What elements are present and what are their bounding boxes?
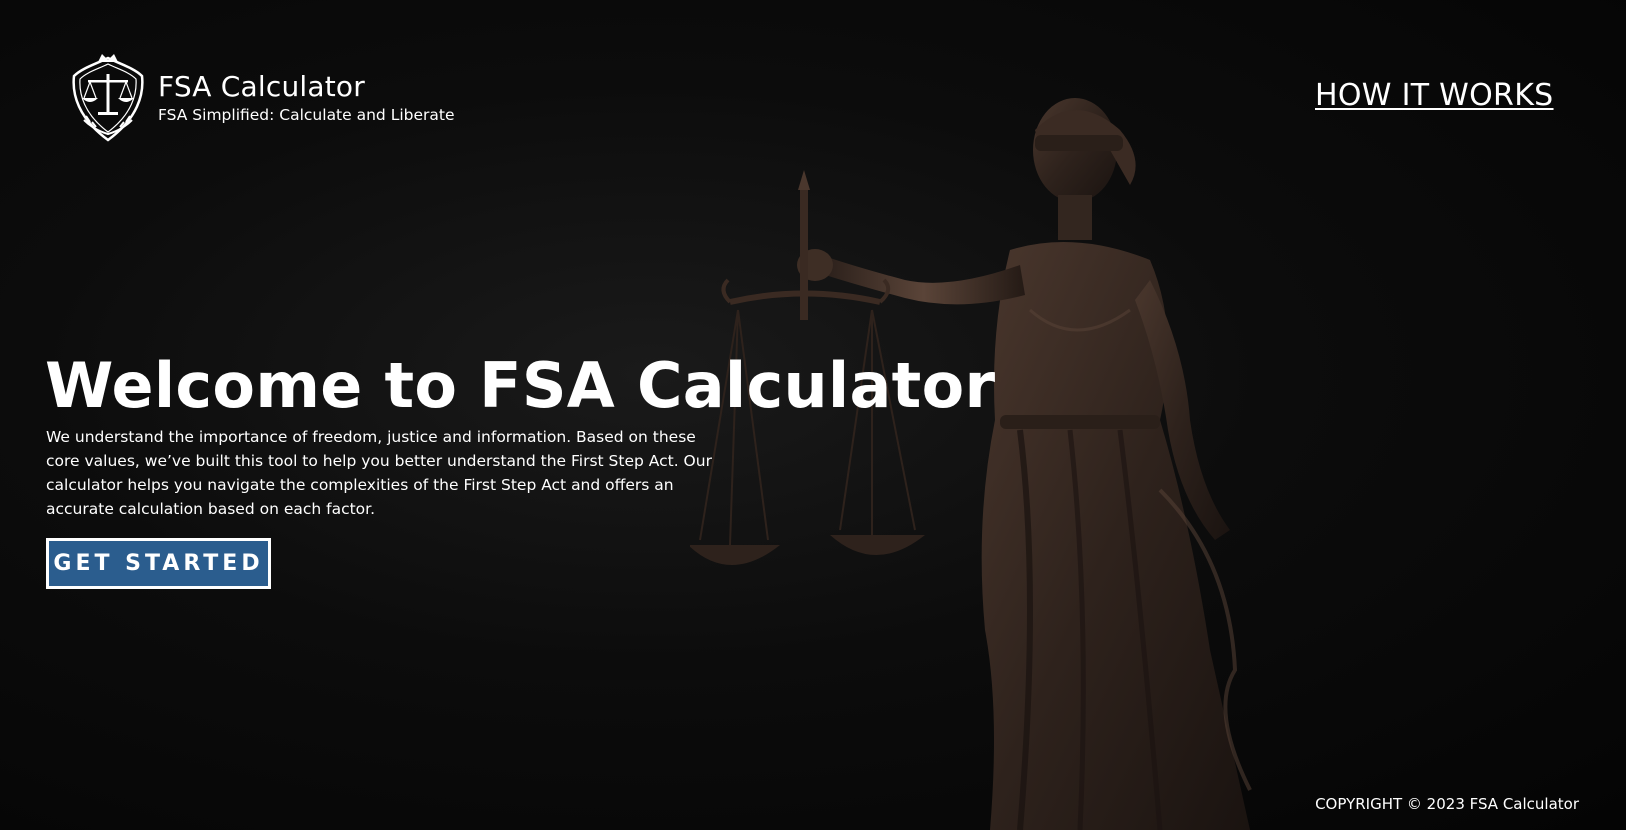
brand: FSA Calculator FSA Simplified: Calculate… [158,70,455,126]
logo-emblem-icon[interactable] [68,54,148,146]
hero-description: We understand the importance of freedom,… [46,428,712,518]
copyright-text: COPYRIGHT © 2023 FSA Calculator [1315,795,1579,813]
hero-title: Welcome to FSA Calculator [45,349,996,422]
lady-justice-statue-image [690,98,1252,830]
brand-title[interactable]: FSA Calculator [158,70,455,104]
hero-page: FSA Calculator FSA Simplified: Calculate… [0,0,1626,830]
get-started-button[interactable]: GET STARTED [46,538,271,589]
brand-tagline: FSA Simplified: Calculate and Liberate [158,106,455,124]
how-it-works-link[interactable]: HOW IT WORKS [1315,76,1554,116]
